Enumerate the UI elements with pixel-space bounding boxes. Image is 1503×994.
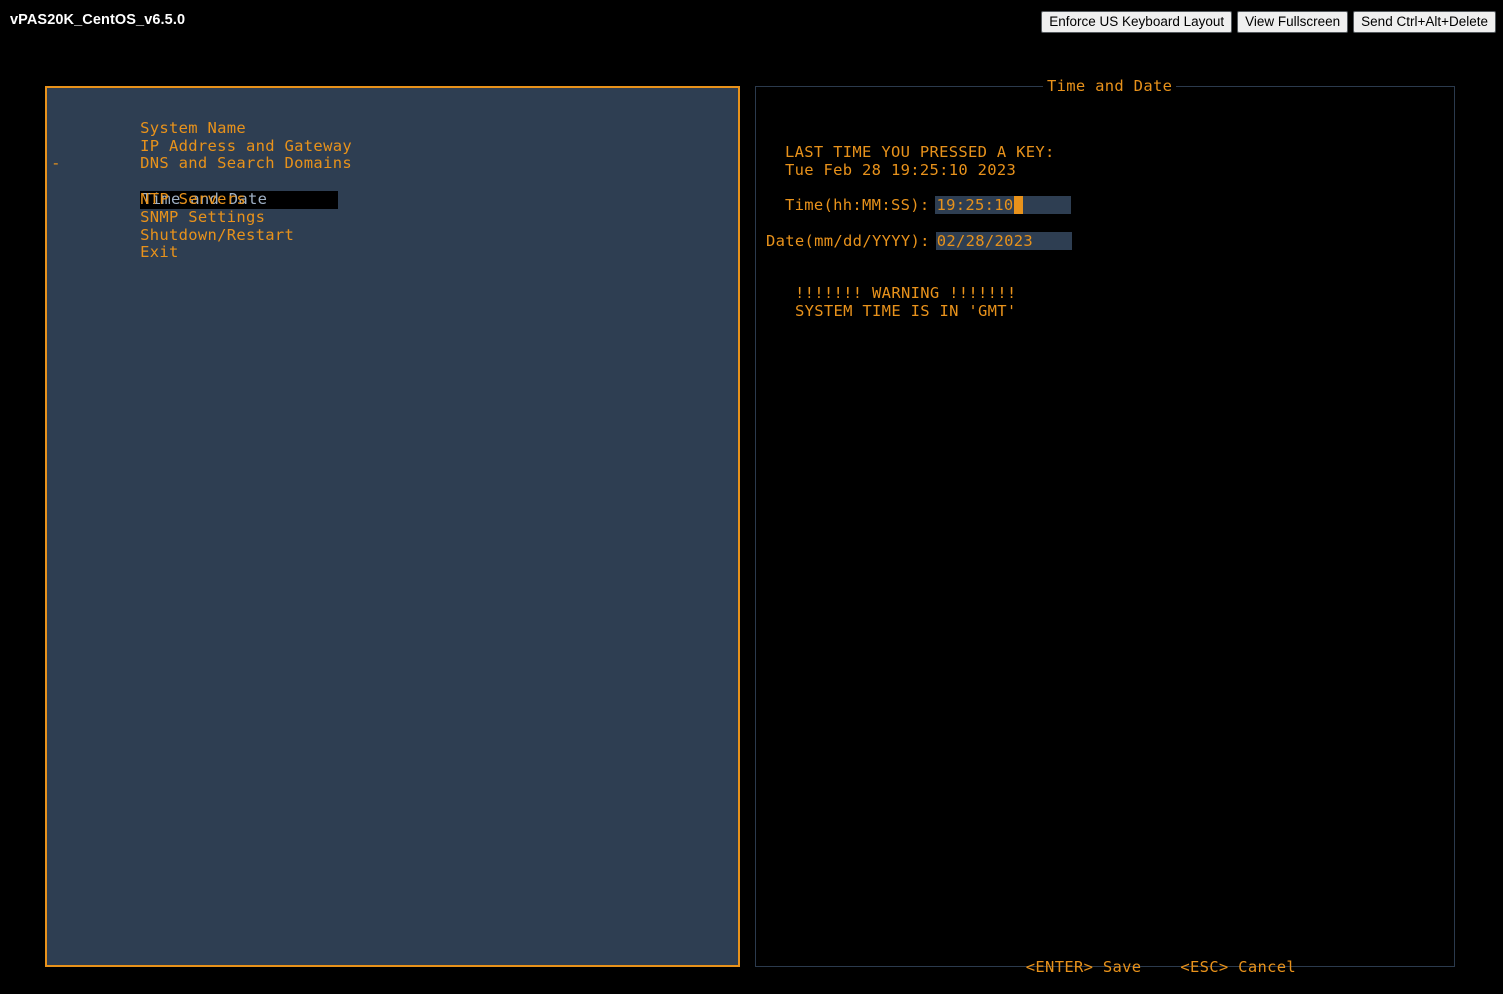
enforce-us-keyboard-layout-button[interactable]: Enforce US Keyboard Layout xyxy=(1041,11,1233,33)
menu-item-dns-and-search-domains[interactable]: DNS and Search Domains xyxy=(61,138,721,173)
menu-item-exit[interactable]: Exit xyxy=(61,227,721,262)
detail-panel: Time and Date LAST TIME YOU PRESSED A KE… xyxy=(755,78,1455,976)
last-key-label: LAST TIME YOU PRESSED A KEY: xyxy=(785,143,1055,161)
selection-marker-icon: - xyxy=(51,154,61,173)
menu-item-shutdown-restart[interactable]: Shutdown/Restart xyxy=(61,209,721,244)
warning-banner: !!!!!!! WARNING !!!!!!! xyxy=(795,284,1017,302)
time-field-label: Time(hh:MM:SS): xyxy=(785,196,930,214)
date-field-label: Date(mm/dd/YYYY): xyxy=(766,232,930,250)
warning-detail: SYSTEM TIME IS IN 'GMT' xyxy=(795,302,1017,320)
time-field-row: Time(hh:MM:SS): 19:25:10 xyxy=(785,196,1072,214)
menu-item-ip-address-and-gateway[interactable]: IP Address and Gateway xyxy=(61,120,721,155)
top-bar-button-group: Enforce US Keyboard Layout View Fullscre… xyxy=(1041,11,1496,33)
send-ctrl-alt-delete-button[interactable]: Send Ctrl+Alt+Delete xyxy=(1353,11,1496,33)
detail-panel-title: Time and Date xyxy=(1043,78,1177,95)
time-input[interactable]: 19:25:10 xyxy=(935,196,1072,214)
menu-panel: System Name IP Address and Gateway DNS a… xyxy=(45,86,740,967)
view-fullscreen-button[interactable]: View Fullscreen xyxy=(1237,11,1349,33)
vnc-console-screen[interactable]: System Name IP Address and Gateway DNS a… xyxy=(0,41,1503,976)
date-field-row: Date(mm/dd/YYYY): 02/28/2023 xyxy=(766,232,1072,250)
time-input-value: 19:25:10 xyxy=(936,196,1014,214)
footer-actions: <ENTER> Save <ESC> Cancel xyxy=(968,940,1296,994)
text-cursor-icon xyxy=(1013,196,1023,214)
vm-title: vPAS20K_CentOS_v6.5.0 xyxy=(10,12,186,28)
last-key-value: Tue Feb 28 19:25:10 2023 xyxy=(785,161,1017,179)
menu-item-time-and-date[interactable]: - Time and Date xyxy=(51,155,721,209)
date-input-value: 02/28/2023 xyxy=(936,232,1034,250)
menu-item-label: Exit xyxy=(140,243,179,262)
menu-item-ntp-servers[interactable]: NTP Servers xyxy=(61,173,721,208)
menu-item-snmp-settings[interactable]: SNMP Settings xyxy=(61,191,721,226)
cancel-action[interactable]: <ESC> Cancel xyxy=(1180,958,1296,976)
menu-list: System Name IP Address and Gateway DNS a… xyxy=(51,102,721,262)
menu-item-system-name[interactable]: System Name xyxy=(61,102,721,137)
browser-top-bar: vPAS20K_CentOS_v6.5.0 Enforce US Keyboar… xyxy=(0,0,1503,41)
date-input[interactable]: 02/28/2023 xyxy=(935,232,1072,250)
save-action[interactable]: <ENTER> Save xyxy=(1026,958,1142,976)
